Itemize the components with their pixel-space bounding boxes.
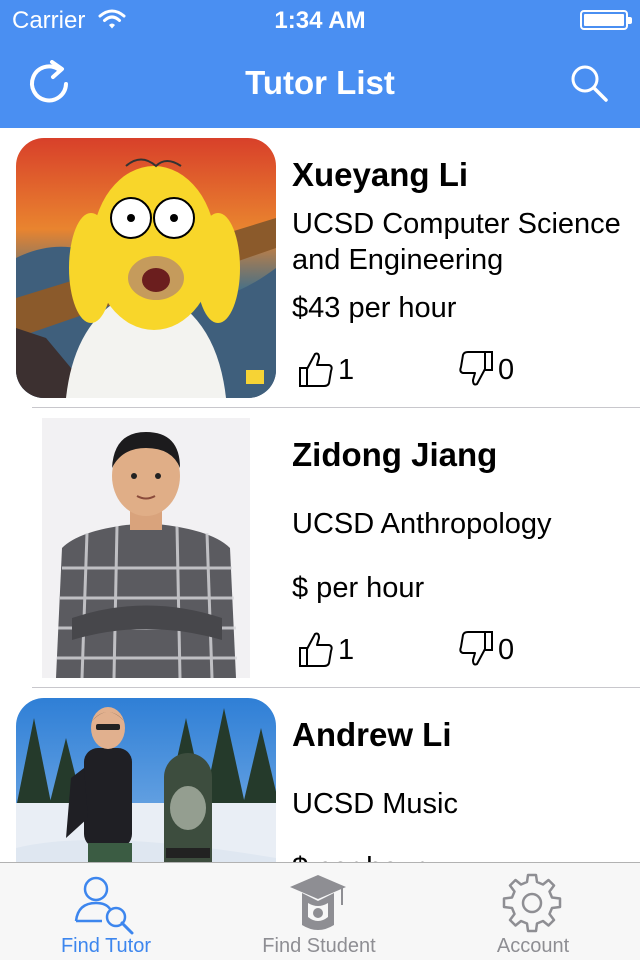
top-bar: Carrier 1:34 AM Tutor List bbox=[0, 0, 640, 128]
tutor-name: Zidong Jiang bbox=[292, 436, 498, 473]
tutor-major: UCSD Music bbox=[292, 788, 458, 820]
tutor-major: UCSD Anthropology bbox=[292, 508, 552, 540]
list-item[interactable]: Andrew Li UCSD Music $ per hour bbox=[0, 688, 640, 862]
tab-label: Find Tutor bbox=[60, 935, 152, 957]
dislike-count: 0 bbox=[498, 354, 515, 386]
like-count: 1 bbox=[338, 354, 355, 386]
tab-account[interactable]: Account bbox=[426, 863, 640, 960]
graduation-cap-icon bbox=[290, 875, 346, 930]
tutor-major: UCSD Computer Science and Engineering bbox=[292, 208, 621, 276]
like-button[interactable]: 1 bbox=[298, 630, 368, 670]
tutor-rate: $ per hour bbox=[292, 852, 424, 862]
gear-icon bbox=[502, 873, 562, 933]
thumbs-up-icon bbox=[299, 352, 333, 387]
tutor-avatar bbox=[16, 138, 276, 398]
thumbs-up-icon bbox=[299, 632, 333, 667]
tab-label: Account bbox=[496, 935, 570, 957]
search-icon[interactable] bbox=[568, 62, 610, 104]
dislike-count: 0 bbox=[498, 634, 515, 666]
list-item[interactable]: Zidong Jiang UCSD Anthropology $ per hou… bbox=[0, 408, 640, 688]
tab-find-tutor[interactable]: Find Tutor bbox=[0, 863, 212, 960]
tutor-name: Andrew Li bbox=[292, 716, 452, 753]
like-button[interactable]: 1 bbox=[298, 350, 368, 390]
status-bar: Carrier 1:34 AM bbox=[0, 0, 640, 40]
tab-bar: Find Tutor Find Student Account bbox=[0, 862, 640, 960]
tutor-name: Xueyang Li bbox=[292, 156, 469, 193]
tutor-avatar bbox=[42, 418, 250, 678]
dislike-button[interactable]: 0 bbox=[458, 630, 528, 670]
tutor-avatar bbox=[16, 698, 276, 862]
page-title: Tutor List bbox=[245, 64, 395, 101]
dislike-button[interactable]: 0 bbox=[458, 350, 528, 390]
tutor-rate: $ per hour bbox=[292, 572, 425, 604]
battery-icon bbox=[580, 10, 632, 30]
like-count: 1 bbox=[338, 634, 355, 666]
tutor-list[interactable]: Xueyang Li UCSD Computer Science and Eng… bbox=[0, 128, 640, 862]
list-item[interactable]: Xueyang Li UCSD Computer Science and Eng… bbox=[0, 128, 640, 408]
tutor-rate: $43 per hour bbox=[292, 292, 457, 324]
status-time: 1:34 AM bbox=[274, 7, 366, 34]
tab-find-student[interactable]: Find Student bbox=[212, 863, 426, 960]
thumbs-down-icon bbox=[459, 351, 493, 386]
find-tutor-icon bbox=[74, 876, 134, 935]
tab-label: Find Student bbox=[262, 935, 376, 957]
thumbs-down-icon bbox=[459, 631, 493, 666]
